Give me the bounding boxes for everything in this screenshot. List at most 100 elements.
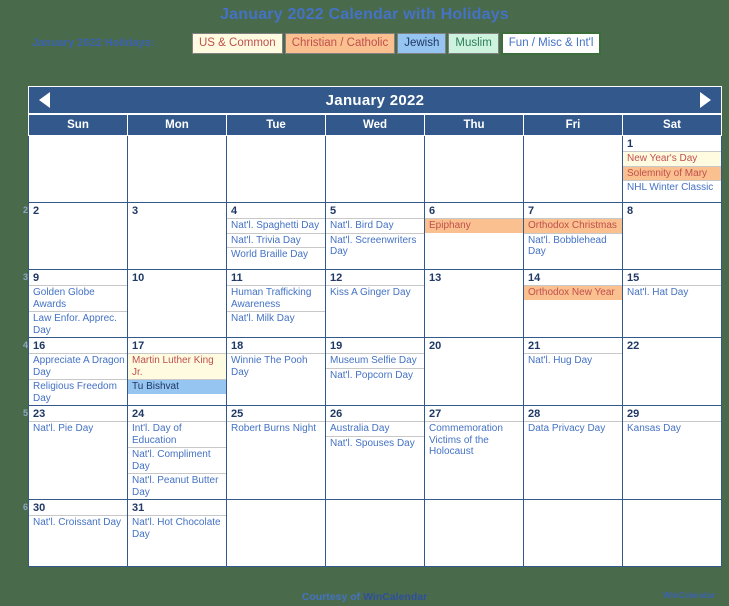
calendar-cell[interactable]: 31 Nat'l. Hot Chocolate Day: [127, 499, 227, 567]
calendar-event[interactable]: Nat'l. Popcorn Day: [326, 367, 424, 383]
calendar-event[interactable]: Epiphany: [425, 218, 523, 233]
calendar-event[interactable]: Golden Globe Awards: [29, 285, 127, 311]
legend-chip-muslim[interactable]: Muslim: [448, 32, 499, 54]
calendar-event[interactable]: New Year's Day: [623, 151, 721, 166]
calendar-cell-empty: [226, 499, 326, 567]
calendar-event[interactable]: Solemnity of Mary: [623, 165, 721, 180]
calendar-event[interactable]: Kiss A Ginger Day: [326, 285, 424, 300]
calendar-cell[interactable]: 6 Epiphany: [424, 202, 524, 270]
calendar-event[interactable]: Nat'l. Peanut Butter Day: [128, 473, 226, 499]
calendar-cell[interactable]: 30 Nat'l. Croissant Day: [28, 499, 128, 567]
calendar-grid: Sun Mon Tue Wed Thu Fri Sat 1 New Year's …: [28, 114, 722, 567]
calendar-event[interactable]: Kansas Day: [623, 421, 721, 436]
calendar-event[interactable]: Nat'l. Compliment Day: [128, 447, 226, 473]
weekday-header-tue: Tue: [226, 114, 326, 136]
calendar-cell[interactable]: 11 Human Trafficking Awareness Nat'l. Milk…: [226, 269, 326, 338]
legend-chip-jewish[interactable]: Jewish: [397, 32, 447, 54]
calendar-event[interactable]: Robert Burns Night: [227, 421, 325, 436]
next-month-arrow-icon[interactable]: [700, 92, 711, 108]
calendar-event[interactable]: Law Enfor. Apprec. Day: [29, 311, 127, 337]
calendar-event[interactable]: Orthodox Christmas: [524, 218, 622, 233]
calendar-event[interactable]: Nat'l. Screenwriters Day: [326, 232, 424, 259]
calendar-event[interactable]: Nat'l. Pie Day: [29, 421, 127, 436]
calendar-event[interactable]: Nat'l. Hot Chocolate Day: [128, 515, 226, 541]
calendar-title-bar: January 2022: [28, 86, 722, 114]
calendar-cell[interactable]: 2: [28, 202, 128, 270]
calendar-event[interactable]: Australia Day: [326, 421, 424, 436]
day-number: 16: [33, 340, 46, 352]
calendar-cell[interactable]: 21 Nat'l. Hug Day: [523, 337, 623, 406]
calendar-cell[interactable]: 14 Orthodox New Year: [523, 269, 623, 338]
legend-chip-fun-misc-intl[interactable]: Fun / Misc & Int'l: [500, 31, 602, 55]
calendar-event[interactable]: Martin Luther King Jr.: [128, 353, 226, 379]
calendar-cell-empty: [325, 499, 425, 567]
calendar-event[interactable]: Nat'l. Trivia Day: [227, 232, 325, 248]
calendar-cell[interactable]: 5 Nat'l. Bird Day Nat'l. Screenwriters Day: [325, 202, 425, 270]
day-number: 10: [132, 272, 145, 284]
calendar-event[interactable]: Human Trafficking Awareness: [227, 285, 325, 311]
calendar-event[interactable]: Nat'l. Spaghetti Day: [227, 218, 325, 233]
calendar-cell[interactable]: 28 Data Privacy Day: [523, 405, 623, 500]
legend-chip-list: US & Common Christian / Catholic Jewish …: [192, 31, 602, 55]
day-number: 23: [33, 408, 46, 420]
calendar-event[interactable]: Nat'l. Spouses Day: [326, 435, 424, 451]
calendar-event[interactable]: Orthodox New Year: [524, 285, 622, 300]
calendar-event[interactable]: Nat'l. Hug Day: [524, 353, 622, 368]
day-number: 18: [231, 340, 244, 352]
calendar-event[interactable]: Tu Bishvat: [128, 379, 226, 394]
calendar-event[interactable]: Commemoration Victims of the Holocaust: [425, 421, 523, 459]
calendar-cell[interactable]: 26 Australia Day Nat'l. Spouses Day: [325, 405, 425, 500]
calendar-cell[interactable]: 23 Nat'l. Pie Day: [28, 405, 128, 500]
calendar-cell[interactable]: 13: [424, 269, 524, 338]
calendar-week-row: 1 New Year's Day Solemnity of Mary NHL Wint…: [28, 135, 722, 203]
calendar-event[interactable]: Nat'l. Hat Day: [623, 285, 721, 300]
prev-month-arrow-icon[interactable]: [39, 92, 50, 108]
day-number: 15: [627, 272, 640, 284]
calendar-event[interactable]: Nat'l. Bird Day: [326, 218, 424, 233]
calendar: January 2022 Sun Mon Tue Wed Thu Fri Sat…: [28, 86, 722, 567]
calendar-event[interactable]: Museum Selfie Day: [326, 353, 424, 368]
calendar-event[interactable]: Appreciate A Dragon Day: [29, 353, 127, 379]
calendar-cell[interactable]: 8: [622, 202, 722, 270]
calendar-cell[interactable]: 10: [127, 269, 227, 338]
calendar-event[interactable]: Nat'l. Croissant Day: [29, 515, 127, 530]
calendar-event[interactable]: World Braille Day: [227, 247, 325, 262]
calendar-cell[interactable]: 25 Robert Burns Night: [226, 405, 326, 500]
calendar-event[interactable]: Nat'l. Milk Day: [227, 311, 325, 326]
calendar-cell[interactable]: 17 Martin Luther King Jr. Tu Bishvat: [127, 337, 227, 406]
calendar-event[interactable]: Nat'l. Bobblehead Day: [524, 232, 622, 259]
legend-chip-christian-catholic[interactable]: Christian / Catholic: [284, 32, 396, 54]
day-number: 25: [231, 408, 244, 420]
weekday-header-thu: Thu: [424, 114, 524, 136]
calendar-cell-empty: [424, 135, 524, 203]
calendar-week-row: 2 3 4 Nat'l. Spaghetti Day Nat'l. Trivia Day…: [28, 202, 722, 270]
day-number: 17: [132, 340, 145, 352]
calendar-event[interactable]: Data Privacy Day: [524, 421, 622, 436]
day-number: 3: [132, 205, 139, 217]
calendar-cell[interactable]: 16 Appreciate A Dragon Day Religious Freed…: [28, 337, 128, 406]
weekday-header-sat: Sat: [622, 114, 722, 136]
calendar-cell[interactable]: 22: [622, 337, 722, 406]
calendar-cell[interactable]: 20: [424, 337, 524, 406]
calendar-event[interactable]: Winnie The Pooh Day: [227, 353, 325, 379]
calendar-cell[interactable]: 19 Museum Selfie Day Nat'l. Popcorn Day: [325, 337, 425, 406]
day-number: 29: [627, 408, 640, 420]
calendar-week-row: 30 Nat'l. Croissant Day 31 Nat'l. Hot Choco…: [28, 499, 722, 567]
calendar-cell[interactable]: 7 Orthodox Christmas Nat'l. Bobblehead Day: [523, 202, 623, 270]
calendar-cell[interactable]: 15 Nat'l. Hat Day: [622, 269, 722, 338]
calendar-event[interactable]: Int'l. Day of Education: [128, 421, 226, 447]
calendar-week-row: 16 Appreciate A Dragon Day Religious Freed…: [28, 337, 722, 406]
calendar-event[interactable]: NHL Winter Classic: [623, 180, 721, 195]
calendar-week-row: 23 Nat'l. Pie Day 24 Int'l. Day of Educatio…: [28, 405, 722, 500]
calendar-cell[interactable]: 9 Golden Globe Awards Law Enfor. Apprec. D…: [28, 269, 128, 338]
legend-chip-us-common[interactable]: US & Common: [192, 32, 283, 54]
calendar-cell[interactable]: 29 Kansas Day: [622, 405, 722, 500]
calendar-cell[interactable]: 3: [127, 202, 227, 270]
calendar-cell[interactable]: 24 Int'l. Day of Education Nat'l. Complime…: [127, 405, 227, 500]
calendar-cell[interactable]: 12 Kiss A Ginger Day: [325, 269, 425, 338]
calendar-cell[interactable]: 1 New Year's Day Solemnity of Mary NHL Wint…: [622, 135, 722, 203]
calendar-cell[interactable]: 27 Commemoration Victims of the Holocaust: [424, 405, 524, 500]
calendar-cell[interactable]: 4 Nat'l. Spaghetti Day Nat'l. Trivia Day Wo…: [226, 202, 326, 270]
calendar-cell[interactable]: 18 Winnie The Pooh Day: [226, 337, 326, 406]
calendar-event[interactable]: Religious Freedom Day: [29, 379, 127, 405]
